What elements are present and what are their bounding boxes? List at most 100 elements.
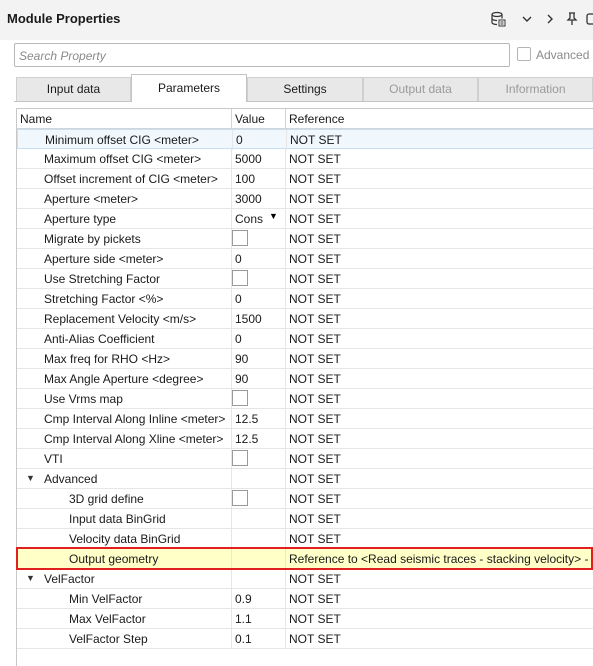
row-reference[interactable]: NOT SET [289, 192, 593, 206]
table-row[interactable]: Maximum offset CIG <meter> 5000 NOT SET [17, 149, 593, 169]
row-reference[interactable]: NOT SET [289, 292, 593, 306]
row-reference[interactable]: NOT SET [289, 592, 593, 606]
column-header-name[interactable]: Name [20, 112, 52, 126]
database-icon[interactable] [488, 10, 508, 28]
row-value[interactable]: 0 [235, 292, 285, 306]
table-row[interactable]: Min VelFactor 0.9 NOT SET [17, 589, 593, 609]
row-value[interactable]: 0 [235, 332, 285, 346]
table-row[interactable]: Max Angle Aperture <degree> 90 NOT SET [17, 369, 593, 389]
row-reference[interactable]: NOT SET [289, 272, 593, 286]
value-checkbox[interactable] [232, 270, 248, 286]
row-reference[interactable]: NOT SET [289, 532, 593, 546]
row-value[interactable]: 0 [235, 252, 285, 266]
table-row[interactable]: Cmp Interval Along Inline <meter> 12.5 NOT… [17, 409, 593, 429]
row-reference[interactable]: NOT SET [289, 392, 593, 406]
advanced-checkbox[interactable] [517, 47, 531, 61]
table-row[interactable]: Anti-Alias Coefficient 0 NOT SET [17, 329, 593, 349]
row-reference[interactable]: NOT SET [290, 133, 593, 147]
expand-arrow-icon[interactable]: ▼ [26, 473, 35, 483]
expand-arrow-icon[interactable]: ▼ [26, 573, 35, 583]
row-reference[interactable]: NOT SET [289, 452, 593, 466]
column-header-reference[interactable]: Reference [289, 112, 344, 126]
row-reference[interactable]: NOT SET [289, 152, 593, 166]
row-reference[interactable]: NOT SET [289, 432, 593, 446]
table-row[interactable]: VTI NOT SET [17, 449, 593, 469]
tab-input-data[interactable]: Input data [16, 77, 131, 101]
table-row[interactable]: 3D grid define NOT SET [17, 489, 593, 509]
column-divider[interactable] [231, 109, 232, 129]
tab-output-data[interactable]: Output data [363, 77, 478, 101]
search-input[interactable]: Search Property [14, 43, 510, 67]
column-divider [231, 369, 232, 389]
row-reference[interactable]: NOT SET [289, 572, 593, 586]
column-divider[interactable] [285, 109, 286, 129]
row-reference[interactable]: NOT SET [289, 312, 593, 326]
value-combo[interactable]: Cons [235, 212, 265, 226]
table-row[interactable]: ▼ VelFactor NOT SET [17, 569, 593, 589]
row-reference[interactable]: NOT SET [289, 472, 593, 486]
column-divider [231, 209, 232, 229]
row-reference[interactable]: NOT SET [289, 332, 593, 346]
table-row[interactable]: Velocity data BinGrid NOT SET [17, 529, 593, 549]
table-row[interactable]: VelFactor Step 0.1 NOT SET [17, 629, 593, 649]
row-reference[interactable]: NOT SET [289, 232, 593, 246]
value-checkbox[interactable] [232, 230, 248, 246]
column-divider [285, 209, 286, 229]
row-reference[interactable]: NOT SET [289, 632, 593, 646]
row-reference[interactable]: NOT SET [289, 492, 593, 506]
row-value[interactable]: 100 [235, 172, 285, 186]
row-value[interactable]: 0.9 [235, 592, 285, 606]
row-name: Migrate by pickets [44, 232, 141, 246]
value-checkbox[interactable] [232, 390, 248, 406]
table-row[interactable]: Migrate by pickets NOT SET [17, 229, 593, 249]
pin-icon[interactable] [562, 10, 582, 28]
table-row[interactable]: Max VelFactor 1.1 NOT SET [17, 609, 593, 629]
row-name: Min VelFactor [69, 592, 143, 606]
table-row[interactable]: Minimum offset CIG <meter> 0 NOT SET [17, 129, 593, 150]
tab-information[interactable]: Information [478, 77, 593, 101]
table-row[interactable]: Replacement Velocity <m/s> 1500 NOT SET [17, 309, 593, 329]
row-reference[interactable]: NOT SET [289, 372, 593, 386]
table-row[interactable]: Output geometry Reference to <Read seismi… [17, 549, 593, 569]
row-value[interactable]: 3000 [235, 192, 285, 206]
value-checkbox[interactable] [232, 450, 248, 466]
row-value[interactable]: 90 [235, 372, 285, 386]
row-reference[interactable]: NOT SET [289, 412, 593, 426]
table-row[interactable]: Use Vrms map NOT SET [17, 389, 593, 409]
row-value[interactable]: 0.1 [235, 632, 285, 646]
row-reference[interactable]: NOT SET [289, 172, 593, 186]
table-row[interactable]: Aperture side <meter> 0 NOT SET [17, 249, 593, 269]
row-reference[interactable]: NOT SET [289, 352, 593, 366]
row-value[interactable]: 12.5 [235, 412, 285, 426]
column-divider [285, 389, 286, 409]
value-checkbox[interactable] [232, 490, 248, 506]
table-row[interactable]: Cmp Interval Along Xline <meter> 12.5 NOT … [17, 429, 593, 449]
row-value[interactable]: 1500 [235, 312, 285, 326]
chevron-right-icon[interactable] [540, 10, 560, 28]
property-table: Name Value Reference Minimum offset CIG … [16, 108, 593, 666]
row-value[interactable]: 5000 [235, 152, 285, 166]
table-row[interactable]: Aperture <meter> 3000 NOT SET [17, 189, 593, 209]
tab-settings[interactable]: Settings [247, 77, 363, 101]
chevron-down-icon[interactable] [517, 10, 537, 28]
table-row[interactable]: Max freq for RHO <Hz> 90 NOT SET [17, 349, 593, 369]
row-value[interactable]: 12.5 [235, 432, 285, 446]
table-row[interactable]: Input data BinGrid NOT SET [17, 509, 593, 529]
table-row[interactable]: Stretching Factor <%> 0 NOT SET [17, 289, 593, 309]
row-reference[interactable]: NOT SET [289, 252, 593, 266]
row-reference[interactable]: Reference to <Read seismic traces - stac… [289, 552, 593, 566]
row-value[interactable]: 0 [236, 133, 286, 147]
row-reference[interactable]: NOT SET [289, 612, 593, 626]
row-reference[interactable]: NOT SET [289, 512, 593, 526]
table-row[interactable]: Use Stretching Factor NOT SET [17, 269, 593, 289]
column-header-value[interactable]: Value [235, 112, 265, 126]
tab-parameters[interactable]: Parameters [131, 74, 247, 102]
table-row[interactable]: Offset increment of CIG <meter> 100 NOT SE… [17, 169, 593, 189]
settings-icon[interactable] [582, 10, 593, 28]
dropdown-arrow-icon[interactable]: ▼ [269, 211, 278, 221]
table-row[interactable]: Aperture type Cons ▼ NOT SET [17, 209, 593, 229]
row-reference[interactable]: NOT SET [289, 212, 593, 226]
row-value[interactable]: 1.1 [235, 612, 285, 626]
table-row[interactable]: ▼ Advanced NOT SET [17, 469, 593, 489]
row-value[interactable]: 90 [235, 352, 285, 366]
